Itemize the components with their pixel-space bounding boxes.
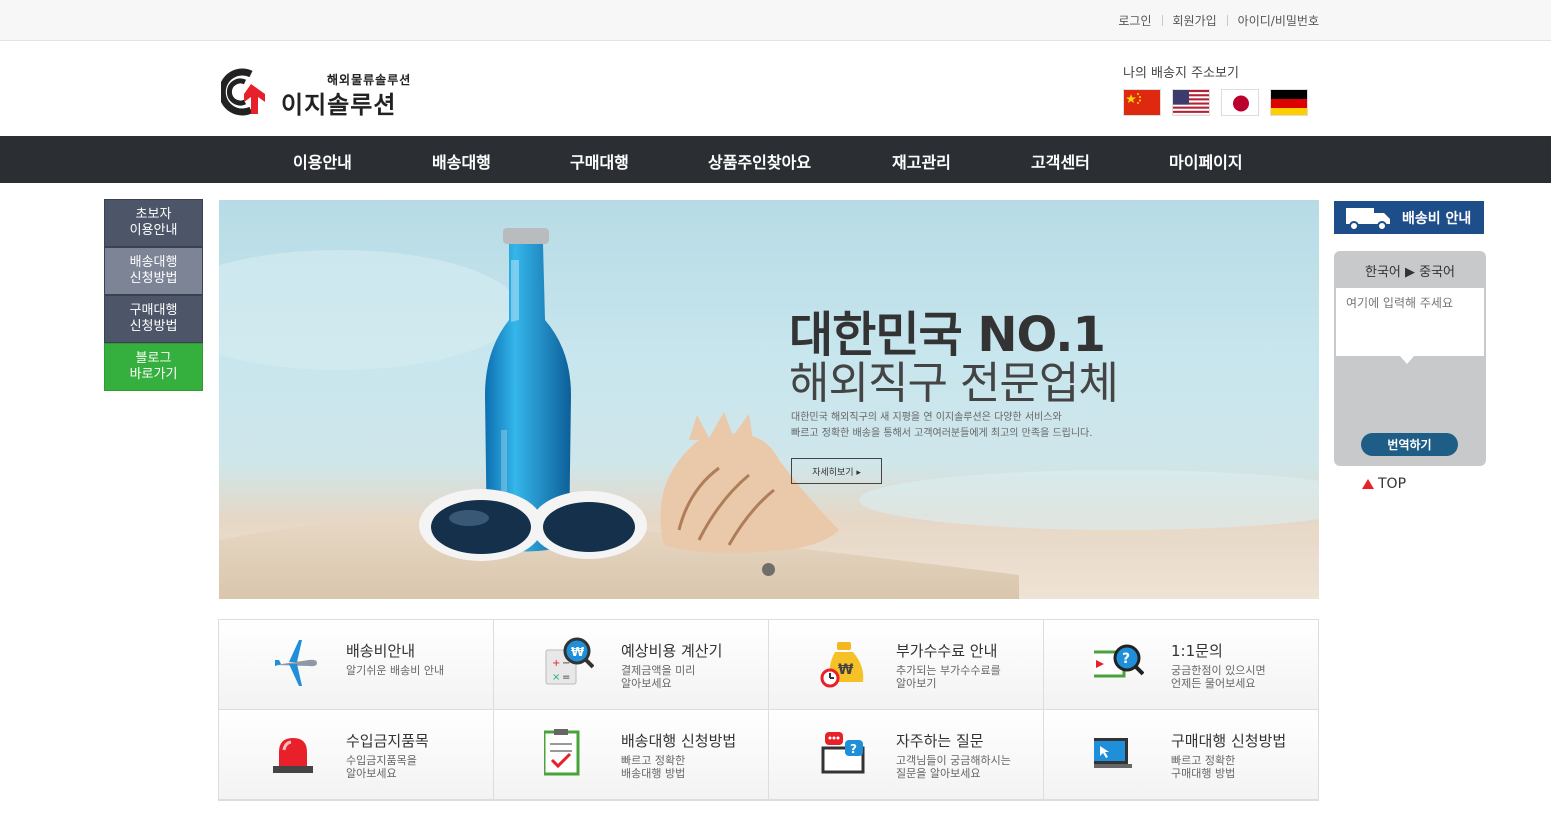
shipping-fee-guide-label: 배송비 안내 xyxy=(1402,210,1472,227)
login-link[interactable]: 로그인 xyxy=(1118,12,1151,29)
banner-subheadline: 해외직구 전문업체 xyxy=(789,358,1119,409)
service-shipping-apply[interactable]: 배송대행 신청방법 빠르고 정확한 배송대행 방법 xyxy=(494,710,769,800)
service-faq[interactable]: ? 자주하는 질문 고객님들이 궁금해하시는 질문을 알아보세요 xyxy=(769,710,1044,800)
nav-usage-guide[interactable]: 이용안내 xyxy=(293,149,352,173)
service-grid: 배송비안내 알기쉬운 배송비 안내 + − × = ₩ 예상비용 계산기 결제금… xyxy=(218,619,1319,801)
nav-find-owner[interactable]: 상품주인찾아요 xyxy=(708,149,811,173)
translator-output xyxy=(1336,365,1484,427)
svg-text:₩: ₩ xyxy=(571,645,585,659)
banner-image xyxy=(219,228,1319,599)
signup-link[interactable]: 회원가입 xyxy=(1173,12,1217,29)
service-extra-fee[interactable]: ₩ 부가수수료 안내 추가되는 부가수수료를 알아보기 xyxy=(769,620,1044,710)
service-purchase-apply[interactable]: 구매대행 신청방법 빠르고 정확한 구매대행 방법 xyxy=(1044,710,1319,800)
truck-icon xyxy=(1346,207,1390,231)
svg-text:×: × xyxy=(552,672,560,683)
blog-button[interactable]: 블로그 바로가기 xyxy=(104,343,203,391)
site-logo[interactable]: 해외물류솔루션 이지솔루션 xyxy=(221,68,421,119)
china-flag-icon[interactable] xyxy=(1123,89,1161,116)
top-links: 로그인 회원가입 아이디/비밀번호 xyxy=(1118,12,1319,29)
svg-text:=: = xyxy=(562,672,570,683)
siren-icon xyxy=(273,738,313,773)
translate-button[interactable]: 번역하기 xyxy=(1361,433,1458,456)
logo-mark-icon xyxy=(221,68,265,116)
find-id-password-link[interactable]: 아이디/비밀번호 xyxy=(1238,12,1319,29)
arrow-up-icon xyxy=(1362,479,1374,489)
usa-flag-icon[interactable] xyxy=(1172,89,1210,116)
shipping-apply-button[interactable]: 배송대행 신청방법 xyxy=(104,247,203,295)
germany-flag-icon[interactable] xyxy=(1270,89,1308,116)
service-1to1-inquiry[interactable]: ? 1:1문의 궁금한점이 있으시면 언제든 물어보세요 xyxy=(1044,620,1319,710)
nav-customer-center[interactable]: 고객센터 xyxy=(1031,149,1090,173)
translator-widget: 한국어 ▶ 중국어 번역하기 xyxy=(1334,251,1486,466)
svg-text:?: ? xyxy=(850,742,857,756)
nav-purchase-agent[interactable]: 구매대행 xyxy=(570,149,629,173)
airplane-icon xyxy=(275,640,317,686)
nav-mypage[interactable]: 마이페이지 xyxy=(1169,149,1243,173)
service-shipping-fee[interactable]: 배송비안내 알기쉬운 배송비 안내 xyxy=(219,620,494,710)
money-bag-icon: ₩ xyxy=(820,642,864,688)
japan-flag-icon[interactable] xyxy=(1221,89,1259,116)
translator-language-pair[interactable]: 한국어 ▶ 중국어 xyxy=(1334,261,1486,280)
country-flags xyxy=(1123,89,1308,116)
svg-text:₩: ₩ xyxy=(838,662,854,678)
divider xyxy=(1226,15,1228,26)
purchase-apply-button[interactable]: 구매대행 신청방법 xyxy=(104,295,203,343)
my-address-title: 나의 배송지 주소보기 xyxy=(1123,66,1239,81)
svg-text:+: + xyxy=(552,658,560,669)
faq-chat-icon: ? xyxy=(821,732,865,774)
main-navigation: 이용안내 배송대행 구매대행 상품주인찾아요 재고관리 고객센터 마이페이지 xyxy=(0,136,1551,183)
left-quick-menu: 초보자 이용안내 배송대행 신청방법 구매대행 신청방법 블로그 바로가기 xyxy=(104,199,203,391)
banner-description: 대한민국 해외직구의 새 지평을 연 이지솔루션은 다양한 서비스와 빠르고 정… xyxy=(791,412,1093,439)
scroll-top-button[interactable]: TOP xyxy=(1362,476,1406,492)
nav-shipping-agent[interactable]: 배송대행 xyxy=(432,149,491,173)
nav-inventory[interactable]: 재고관리 xyxy=(892,149,951,173)
checklist-icon xyxy=(544,729,580,776)
divider xyxy=(1161,15,1163,26)
laptop-cursor-icon xyxy=(1094,738,1132,768)
main-banner: 대한민국 NO.1 해외직구 전문업체 대한민국 해외직구의 새 지평을 연 이… xyxy=(219,200,1319,599)
translator-input[interactable] xyxy=(1336,288,1484,356)
banner-more-button[interactable]: 자세히보기 ▸ xyxy=(791,458,882,484)
translator-pointer xyxy=(1400,356,1414,364)
service-cost-calculator[interactable]: + − × = ₩ 예상비용 계산기 결제금액을 미리 알아보세요 xyxy=(494,620,769,710)
svg-text:?: ? xyxy=(1122,651,1130,667)
shipping-fee-guide-button[interactable]: 배송비 안내 xyxy=(1334,201,1484,234)
logo-name: 이지솔루션 xyxy=(281,91,397,119)
beginner-guide-button[interactable]: 초보자 이용안내 xyxy=(104,199,203,247)
calculator-icon: + − × = ₩ xyxy=(545,637,594,685)
slider-dot[interactable] xyxy=(762,563,775,576)
inquiry-icon: ? xyxy=(1094,644,1144,678)
service-prohibited-items[interactable]: 수입금지품목 수입금지품목을 알아보세요 xyxy=(219,710,494,800)
top-utility-bar: 로그인 회원가입 아이디/비밀번호 xyxy=(0,0,1551,41)
